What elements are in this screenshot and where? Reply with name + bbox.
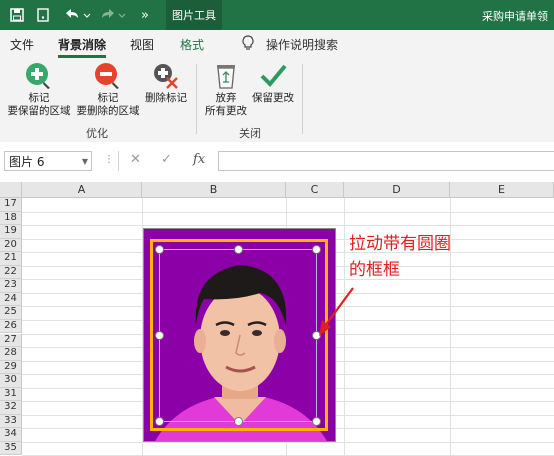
column-header-b[interactable]: B	[142, 182, 286, 198]
ribbon: 标记 要保留的区域 标记 要删除的区域 删除标记 优化 放弃 所有更改 保留更改…	[0, 58, 554, 143]
name-box[interactable]: 图片 6 ▼	[4, 151, 92, 171]
formula-bar: 图片 6 ▼ ⋮ ✕ ✓ fx	[0, 142, 554, 183]
undo-icon[interactable]	[62, 6, 92, 24]
row-header[interactable]: 31	[0, 387, 22, 402]
row-header[interactable]: 28	[0, 347, 22, 361]
lightbulb-icon	[241, 35, 255, 55]
resize-handle-top-left[interactable]	[155, 245, 164, 254]
row-header[interactable]: 30	[0, 374, 22, 388]
resize-handle-bottom[interactable]	[234, 417, 243, 426]
chevron-down-icon[interactable]: ▼	[82, 152, 88, 172]
cancel-icon[interactable]: ✕	[130, 152, 141, 167]
tab-file[interactable]: 文件	[10, 36, 34, 53]
tab-view[interactable]: 视图	[130, 36, 154, 53]
save-icon[interactable]	[8, 6, 26, 24]
name-box-value: 图片 6	[9, 155, 45, 169]
row-header[interactable]: 32	[0, 401, 22, 415]
resize-handle-bottom-left[interactable]	[155, 417, 164, 426]
group-label-close: 关闭	[239, 127, 261, 140]
row-header[interactable]: 18	[0, 211, 22, 226]
row-gridline	[22, 441, 554, 443]
keep-changes-label: 保留更改	[252, 92, 294, 104]
picture-tools-context-tab: 图片工具	[166, 0, 222, 30]
row-header[interactable]: 17	[0, 198, 22, 212]
row-header[interactable]: 29	[0, 360, 22, 375]
tab-format[interactable]: 格式	[180, 36, 204, 53]
row-header[interactable]: 25	[0, 306, 22, 320]
column-header-c[interactable]: C	[286, 182, 344, 198]
formula-input[interactable]	[218, 151, 554, 171]
resize-handle-top-right[interactable]	[312, 245, 321, 254]
annotation-arrow-icon	[319, 287, 354, 336]
mark-areas-to-remove-button[interactable]: 标记 要删除的区域	[74, 60, 142, 118]
row-header[interactable]: 19	[0, 225, 22, 239]
column-header-d[interactable]: D	[344, 182, 450, 198]
mark-remove-label: 标记 要删除的区域	[76, 92, 140, 117]
row-header[interactable]: 26	[0, 319, 22, 334]
tab-background-removal[interactable]: 背景消除	[58, 36, 107, 58]
row-header[interactable]: 23	[0, 279, 22, 293]
select-all-corner[interactable]	[0, 182, 22, 198]
mark-keep-label: 标记 要保留的区域	[7, 92, 71, 117]
more-commands-icon[interactable]: »	[136, 6, 154, 24]
ribbon-tab-bar: 文件 背景消除 视图 格式 操作说明搜索	[0, 30, 554, 58]
annotation-text: 拉动带有圆圈 的框框	[349, 234, 451, 280]
row-header[interactable]: 24	[0, 292, 22, 307]
row-header[interactable]: 22	[0, 265, 22, 280]
row-header[interactable]: 21	[0, 252, 22, 266]
keep-changes-button[interactable]: 保留更改	[250, 60, 296, 105]
discard-all-changes-button[interactable]: 放弃 所有更改	[203, 60, 249, 118]
redo-icon[interactable]	[98, 6, 128, 24]
enter-icon[interactable]: ✓	[161, 152, 172, 167]
checkmark-icon	[258, 60, 288, 92]
discard-label: 放弃 所有更改	[205, 92, 247, 117]
group-separator	[196, 64, 197, 134]
vertical-dots-icon: ⋮	[104, 154, 114, 165]
resize-handle-left[interactable]	[155, 331, 164, 340]
mark-areas-to-keep-button[interactable]: 标记 要保留的区域	[7, 60, 71, 118]
row-header[interactable]: 33	[0, 414, 22, 429]
delete-mark-label: 删除标记	[145, 92, 187, 104]
resize-handle-bottom-right[interactable]	[312, 417, 321, 426]
insert-function-icon[interactable]: fx	[193, 152, 205, 167]
row-header[interactable]: 20	[0, 238, 22, 253]
touch-mode-icon[interactable]	[34, 6, 52, 24]
group-separator	[302, 64, 303, 134]
mark-keep-icon	[24, 60, 54, 92]
mark-remove-icon	[93, 60, 123, 92]
row-gridline	[22, 211, 554, 213]
row-header[interactable]: 35	[0, 441, 22, 456]
delete-mark-icon	[151, 60, 181, 92]
title-bar: » 图片工具 采购申请单领	[0, 0, 554, 30]
formula-controls: ✕ ✓ fx	[118, 151, 215, 171]
delete-mark-button[interactable]: 删除标记	[144, 60, 188, 105]
row-header[interactable]: 34	[0, 428, 22, 442]
row-header[interactable]: 27	[0, 333, 22, 348]
selection-frame[interactable]	[159, 249, 317, 422]
column-header-a[interactable]: A	[22, 182, 142, 198]
row-gridline	[22, 225, 554, 227]
column-header-e[interactable]: E	[450, 182, 554, 198]
tell-me-search[interactable]: 操作说明搜索	[266, 36, 338, 53]
group-label-optimize: 优化	[86, 127, 108, 140]
document-title: 采购申请单领	[482, 10, 548, 23]
recycle-bin-icon	[211, 60, 241, 92]
resize-handle-top[interactable]	[234, 245, 243, 254]
